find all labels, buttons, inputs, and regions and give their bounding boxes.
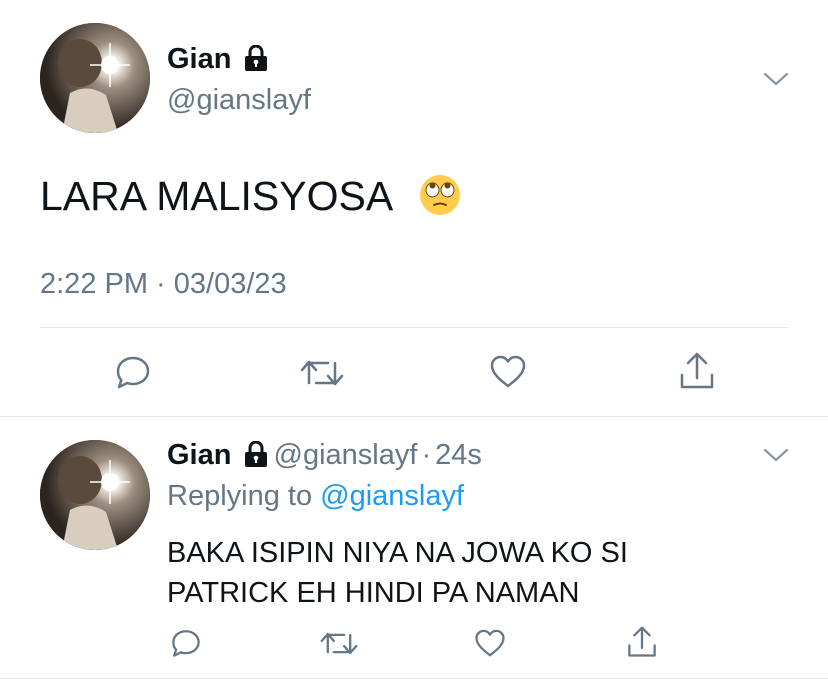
handle[interactable]: @gianslayf — [274, 439, 418, 471]
share-icon — [628, 626, 656, 657]
avatar[interactable] — [40, 440, 150, 550]
reply-header: Gian @gianslayf · 24s — [167, 438, 482, 472]
reply-text-line: BAKA ISIPIN NIYA NA JOWA KO SI — [167, 537, 628, 569]
separator: · — [421, 439, 432, 471]
tweet-text-body: LARA MALISYOSA — [40, 173, 394, 219]
section-divider — [0, 416, 828, 417]
bottom-divider — [0, 678, 828, 679]
retweet-button[interactable] — [300, 355, 344, 391]
retweet-button[interactable] — [320, 628, 358, 659]
replying-to: Replying to @gianslayf — [167, 479, 464, 513]
chevron-down-icon[interactable] — [763, 71, 789, 87]
share-icon — [680, 352, 714, 389]
display-name[interactable]: Gian — [167, 43, 231, 75]
reply-button[interactable] — [114, 353, 152, 391]
lock-icon — [244, 441, 267, 468]
replying-handle-link[interactable]: @gianslayf — [320, 480, 464, 512]
like-button[interactable] — [474, 628, 506, 659]
chevron-down-icon[interactable] — [763, 447, 789, 463]
reply-icon — [172, 630, 200, 657]
like-icon — [475, 629, 505, 657]
time-ago[interactable]: 24s — [435, 439, 482, 471]
reply-text: BAKA ISIPIN NIYA NA JOWA KO SI PATRICK E… — [167, 533, 628, 613]
reply-button[interactable] — [170, 627, 202, 659]
eye-roll-emoji-icon — [420, 175, 460, 215]
lock-icon — [244, 45, 267, 72]
display-name[interactable]: Gian — [167, 439, 231, 471]
like-icon — [490, 355, 526, 388]
retweet-icon — [300, 360, 344, 386]
avatar[interactable] — [40, 23, 150, 133]
share-button[interactable] — [626, 625, 658, 659]
reply-icon — [116, 356, 150, 389]
tweet-text: LARA MALISYOSA — [40, 172, 460, 220]
timestamp[interactable]: 2:22 PM · 03/03/23 — [40, 267, 287, 301]
reply-text-line: PATRICK EH HINDI PA NAMAN — [167, 577, 580, 609]
replying-prefix: Replying to — [167, 480, 313, 512]
share-button[interactable] — [678, 351, 716, 391]
handle[interactable]: @gianslayf — [167, 83, 311, 117]
divider — [40, 327, 788, 328]
retweet-icon — [320, 632, 358, 655]
like-button[interactable] — [489, 354, 527, 390]
